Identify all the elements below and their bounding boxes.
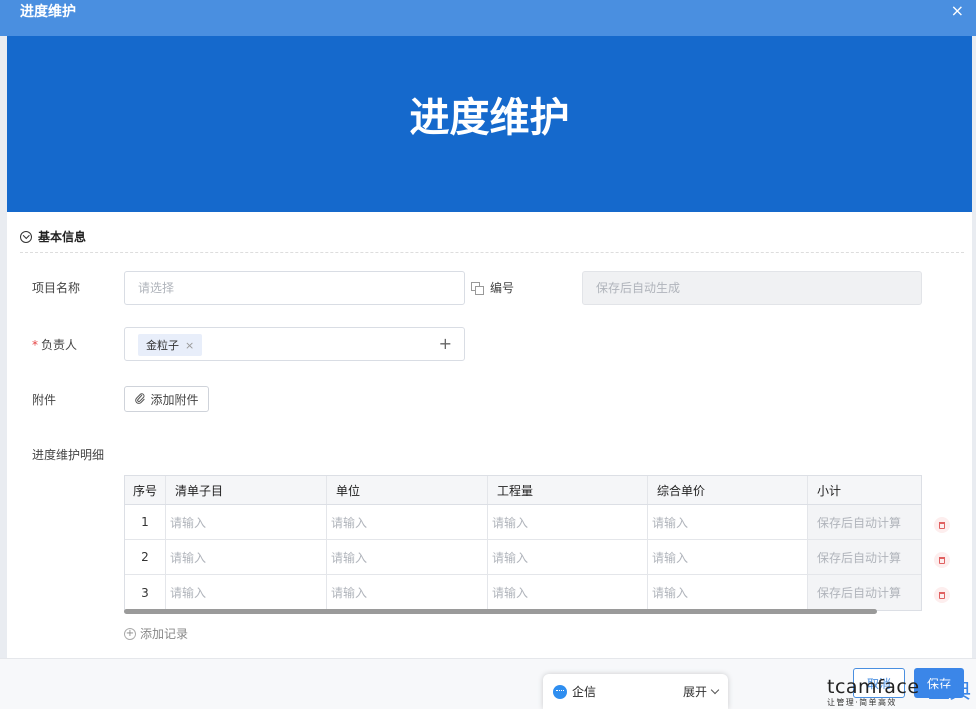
code-field: 保存后自动生成 [582, 271, 922, 305]
table-header: 序号 清单子目 单位 工程量 综合单价 小计 [125, 476, 921, 505]
brand-en: tcamface [827, 676, 920, 698]
column-header: 工程量 [488, 476, 648, 504]
chat-expand-label: 展开 [682, 685, 707, 699]
add-owner-icon[interactable]: + [439, 334, 452, 354]
subtotal-cell: 保存后自动计算 [808, 505, 921, 539]
row-index: 2 [125, 540, 166, 574]
item-input[interactable]: 请输入 [166, 575, 327, 610]
section-divider [20, 252, 964, 253]
code-placeholder: 保存后自动生成 [596, 281, 681, 295]
item-input[interactable]: 请输入 [166, 540, 327, 574]
brand-cn: 正典 [928, 679, 971, 704]
add-attachment-button[interactable]: 添加附件 [124, 386, 209, 412]
quantity-input[interactable]: 请输入 [488, 575, 648, 610]
add-attachment-label: 添加附件 [150, 392, 199, 407]
attachment-label: 附件 [32, 393, 57, 407]
window-titlebar: 进度维护 × [0, 0, 976, 36]
brand-slogan: 让管理·简单高效 [827, 698, 897, 707]
chat-icon [553, 684, 567, 699]
owner-label-text: 负责人 [41, 338, 78, 352]
table-row: 2 请输入 请输入 请输入 请输入 保存后自动计算 [125, 540, 921, 575]
form-banner: 进度维护 [7, 36, 972, 212]
delete-row-icon[interactable] [934, 587, 950, 603]
column-header: 综合单价 [648, 476, 808, 504]
window-title: 进度维护 [20, 4, 76, 20]
code-label: 编号 [490, 281, 515, 295]
quantity-input[interactable]: 请输入 [488, 540, 648, 574]
owner-label: * 负责人 [32, 337, 77, 353]
chat-widget[interactable]: 企信 展开 [543, 674, 728, 709]
subtotal-cell: 保存后自动计算 [808, 540, 921, 574]
unit-input[interactable]: 请输入 [327, 505, 488, 539]
unit-input[interactable]: 请输入 [327, 575, 488, 610]
price-input[interactable]: 请输入 [648, 540, 808, 574]
column-header: 小计 [817, 483, 842, 498]
owner-field[interactable]: 金粒子 × + [124, 327, 465, 361]
required-mark: * [32, 338, 38, 352]
copy-icon[interactable] [471, 282, 484, 295]
row-index: 3 [125, 575, 166, 610]
detail-label: 进度维护明细 [32, 448, 105, 462]
form-sheet: 进度维护 基本信息 项目名称 请选择 编号 保存后自动生成 * 负责人 金粒子 ×… [7, 36, 972, 658]
banner-title: 进度维护 [409, 95, 570, 141]
table-row: 1 请输入 请输入 请输入 请输入 保存后自动计算 [125, 505, 921, 540]
row-index: 1 [125, 505, 166, 539]
collapse-icon [20, 230, 32, 243]
paperclip-icon [134, 392, 146, 407]
item-input[interactable]: 请输入 [166, 505, 327, 539]
project-name-label: 项目名称 [32, 281, 81, 295]
column-header: 单位 [327, 476, 488, 504]
chat-name: 企信 [572, 685, 597, 699]
section-basic-info[interactable]: 基本信息 [20, 228, 86, 245]
owner-tag: 金粒子 × [138, 334, 203, 356]
project-name-placeholder: 请选择 [138, 281, 175, 295]
add-record-label: 添加记录 [140, 627, 189, 641]
project-name-select[interactable]: 请选择 [124, 271, 465, 305]
price-input[interactable]: 请输入 [648, 505, 808, 539]
owner-tag-label: 金粒子 [146, 339, 179, 352]
brand-watermark: tcamface 让管理·简单高效 正典 [827, 676, 976, 709]
detail-table: 序号 清单子目 单位 工程量 综合单价 小计 1 请输入 请输入 请输入 请输入… [124, 475, 922, 611]
add-record-button[interactable]: + 添加记录 [124, 625, 188, 642]
delete-row-icon[interactable] [934, 517, 950, 533]
column-header: 序号 [125, 476, 166, 504]
quantity-input[interactable]: 请输入 [488, 505, 648, 539]
close-icon[interactable]: × [951, 2, 964, 20]
delete-row-icon[interactable] [934, 552, 950, 568]
tag-remove-icon[interactable]: × [185, 339, 194, 352]
section-title: 基本信息 [38, 230, 87, 244]
unit-input[interactable]: 请输入 [327, 540, 488, 574]
chevron-down-icon [710, 685, 720, 695]
plus-circle-icon: + [124, 627, 136, 640]
table-horizontal-scrollbar[interactable] [124, 609, 877, 614]
table-row: 3 请输入 请输入 请输入 请输入 保存后自动计算 [125, 575, 921, 610]
column-header: 清单子目 [166, 476, 327, 504]
price-input[interactable]: 请输入 [648, 575, 808, 610]
subtotal-cell: 保存后自动计算 [808, 575, 921, 610]
